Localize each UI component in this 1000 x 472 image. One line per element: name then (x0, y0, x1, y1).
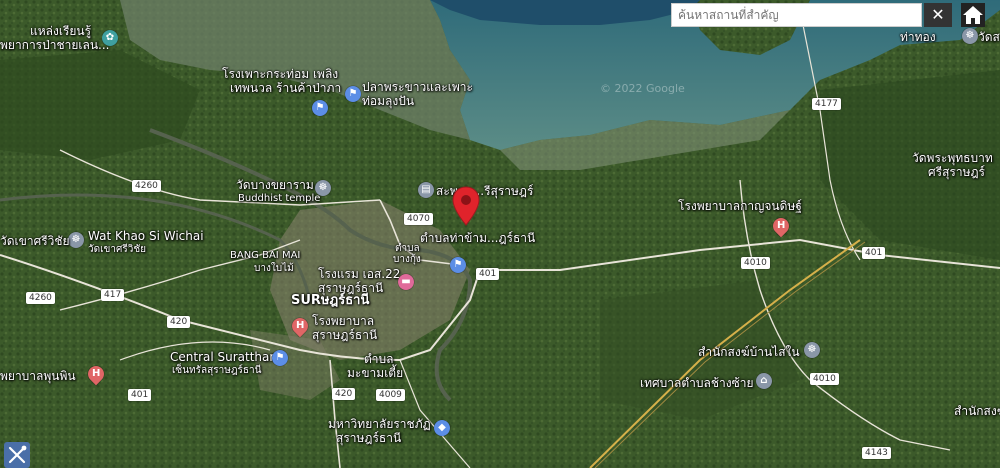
government-icon[interactable]: ⌂ (756, 373, 772, 389)
place-label-hosp-city[interactable]: โรงพยาบาล (312, 314, 374, 328)
road-shield-4143: 4143 (862, 447, 891, 459)
search-box[interactable] (671, 3, 922, 27)
tools-button[interactable] (4, 442, 30, 468)
road-shield-401-c: 401 (128, 389, 152, 401)
place-label-office-bansainai[interactable]: สำนักสงฆ์บ้านไสใน (698, 345, 800, 359)
hotel-icon[interactable]: ▬ (398, 274, 414, 290)
close-button[interactable]: ✕ (924, 3, 952, 27)
place-label-school[interactable]: แหล่งเรียนรู้ (30, 24, 91, 38)
place-label-fish[interactable]: ปลาพระขาวและเพาะ (362, 80, 473, 94)
temple-icon-bansainai[interactable]: ☸ (804, 342, 820, 358)
road-shield-4260-a: 4260 (132, 180, 161, 192)
place-label-office-right[interactable]: สำนักสงฆ (954, 404, 1000, 418)
place-label-bangbaimai[interactable]: BANG BAI MAI (230, 249, 300, 263)
place-label-factory[interactable]: โรงเพาะกระท่อม เพลิง (222, 67, 338, 81)
shopping-icon-center[interactable]: ⚑ (450, 257, 466, 273)
place-label-thathong[interactable]: ท่าทอง (900, 30, 936, 44)
shopping-icon[interactable]: ⚑ (312, 100, 328, 116)
temple-icon-watkhao[interactable]: ☸ (68, 232, 84, 248)
shopping-cart-icon[interactable]: ⚑ (345, 86, 361, 102)
place-label-university[interactable]: มหาวิทยาลัยราชภัฏ (328, 417, 431, 431)
map-pin-icon[interactable] (452, 186, 480, 226)
map-watermark: © 2022 Google (600, 82, 685, 95)
place-label-hosp-city-2[interactable]: สุราษฎร์ธานี (312, 328, 377, 342)
place-label-bridge[interactable]: สะพาน...รีสุราษฎร์ (436, 184, 533, 198)
place-label-makham-2[interactable]: มะขามเตี้ย (347, 366, 403, 380)
place-label-watkhao-left[interactable]: วัดเขาศรีวิชัย (0, 234, 70, 248)
road-shield-401-b: 401 (862, 247, 886, 259)
place-label-amphoe-center[interactable]: ตำบลท่าข้าม...ฎร์ธานี (420, 231, 535, 245)
place-label-temple-phuttabat-2[interactable]: ศรีสุราษฎร์ (928, 165, 985, 179)
place-label-bangbaimai-th[interactable]: บางใบไม้ (254, 262, 294, 276)
close-icon: ✕ (931, 5, 945, 24)
place-label-temple-bangkhayam-en[interactable]: Buddhist temple (238, 192, 320, 206)
place-label-central[interactable]: Central Suratthani (170, 350, 280, 364)
road-shield-417: 417 (101, 289, 125, 301)
home-icon (963, 6, 983, 24)
road-shield-4010-a: 4010 (741, 257, 770, 269)
search-input[interactable] (672, 4, 921, 26)
road-shield-4177: 4177 (812, 98, 841, 110)
place-label-municipality[interactable]: เทศบาลตำบลช้างซ้าย (640, 376, 754, 390)
place-label-watkhao-th[interactable]: วัดเขาศรีวิชัย (88, 243, 146, 257)
road-shield-401-a: 401 (476, 268, 500, 280)
place-label-temple-bangkhayam[interactable]: วัดบางขยาราม (236, 178, 314, 192)
road-shield-4010-b: 4010 (810, 373, 839, 385)
place-label-sur[interactable]: SURษฎร์ธานี (291, 294, 369, 308)
place-label-fish-2[interactable]: ท่อมลุงปัน (362, 94, 414, 108)
place-label-tambon-right[interactable]: วัดส (978, 30, 1000, 44)
bridge-icon[interactable]: ▤ (418, 182, 434, 198)
shopping-icon-central[interactable]: ⚑ (272, 350, 288, 366)
place-label-tambon-bangkung-2[interactable]: บางกุ้ง (393, 253, 421, 267)
place-label-hosp-phunphin[interactable]: พยาบาลพุนพิน (0, 369, 76, 383)
temple-icon[interactable]: ☸ (315, 180, 331, 196)
road-shield-420-a: 420 (167, 316, 191, 328)
road-shield-4009: 4009 (376, 389, 405, 401)
place-label-hosp-kanchanadit[interactable]: โรงพยาบาลกาญจนดิษฐ์ (678, 199, 802, 213)
home-button[interactable] (961, 3, 985, 27)
road-shield-420-b: 420 (332, 388, 356, 400)
road-shield-4070: 4070 (404, 213, 433, 225)
tools-icon (8, 445, 27, 464)
place-label-temple-phuttabat[interactable]: วัดพระพุทธบาท (912, 151, 993, 165)
place-label-watkhao[interactable]: Wat Khao Si Wichai (88, 229, 204, 243)
place-label-school-sub[interactable]: พยาการป่าชายเลน... (0, 38, 110, 52)
place-label-factory-2[interactable]: เทพนวล ร้านค้าป่าภา (230, 81, 341, 95)
road-shield-4260-b: 4260 (26, 292, 55, 304)
place-label-university-2[interactable]: สุราษฎร์ธานี (336, 431, 401, 445)
school-cap-icon[interactable]: ◆ (434, 420, 450, 436)
place-label-makham[interactable]: ตำบล (364, 352, 394, 366)
place-label-central-th[interactable]: เซ็นทรัลสุราษฎร์ธานี (172, 364, 261, 378)
place-label-hotel[interactable]: โรงแรม เอส.22 (318, 267, 400, 281)
temple-icon-thathong[interactable]: ☸ (962, 28, 978, 44)
satellite-map[interactable]: © 2022 Google ✿ แหล่งเรียนรู้ พยาการป่าช… (0, 0, 1000, 468)
